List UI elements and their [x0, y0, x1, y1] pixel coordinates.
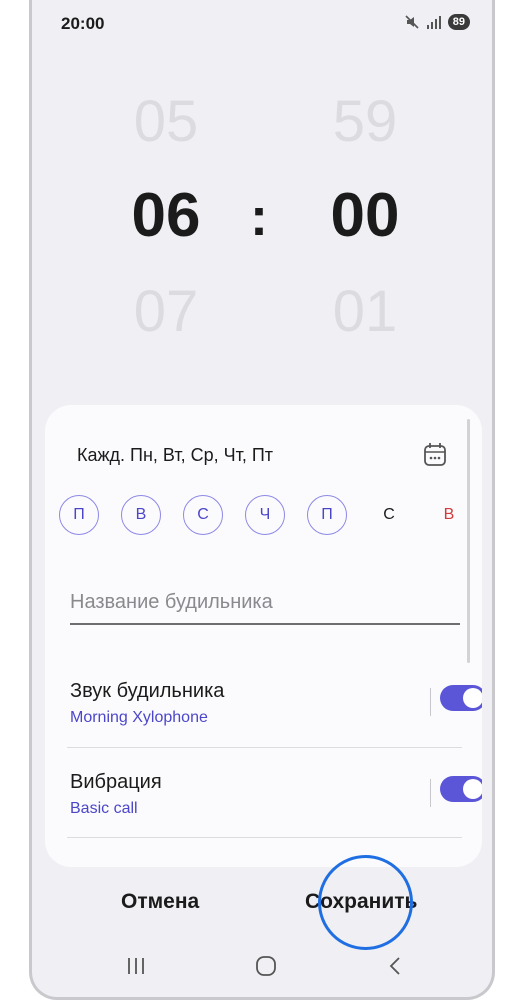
- calendar-icon[interactable]: [423, 442, 447, 468]
- time-separator: :: [250, 187, 268, 247]
- battery-icon: 89: [447, 14, 470, 30]
- cancel-button[interactable]: Отмена: [121, 890, 199, 914]
- hour-prev[interactable]: 05: [96, 88, 236, 155]
- day-thu[interactable]: Ч: [245, 495, 285, 535]
- home-icon[interactable]: [254, 954, 278, 978]
- hour-current[interactable]: 06: [96, 180, 236, 251]
- vibration-subtitle: Basic call: [70, 800, 138, 817]
- day-fri[interactable]: П: [307, 495, 347, 535]
- weekday-selector: П В С Ч П С В: [59, 495, 469, 535]
- scrollbar[interactable]: [467, 419, 470, 663]
- mute-icon: [405, 15, 419, 29]
- alarm-sound-toggle[interactable]: [440, 685, 482, 711]
- alarm-sound-title: Звук будильника: [70, 680, 225, 702]
- hour-picker[interactable]: 05: [96, 88, 236, 155]
- repeat-summary: Кажд. Пн, Вт, Ср, Чт, Пт: [77, 445, 274, 465]
- status-time: 20:00: [61, 14, 105, 33]
- back-icon[interactable]: [384, 954, 408, 978]
- phone-screen: 20:00 89 05 06 07 : 59 00 01 Кажд. Пн, В…: [29, 0, 495, 1000]
- minute-next[interactable]: 01: [295, 278, 435, 345]
- minute-current-wrap[interactable]: 00: [295, 180, 435, 251]
- signal-icon: [426, 16, 441, 29]
- system-navbar: [32, 948, 492, 988]
- alarm-sound-subtitle: Morning Xylophone: [70, 709, 208, 726]
- status-bar: 20:00 89: [32, 0, 492, 46]
- vibration-title: Вибрация: [70, 771, 162, 793]
- status-icons: 89: [404, 14, 470, 30]
- setting-divider: [430, 688, 431, 716]
- alarm-sound-setting[interactable]: Звук будильника Morning Xylophone: [70, 680, 482, 727]
- minute-current[interactable]: 00: [295, 180, 435, 251]
- hour-current-wrap[interactable]: 06: [96, 180, 236, 251]
- vibration-setting[interactable]: Вибрация Basic call: [70, 771, 482, 818]
- day-tue[interactable]: В: [121, 495, 161, 535]
- list-divider: [67, 837, 462, 838]
- minute-next-wrap[interactable]: 01: [295, 278, 435, 345]
- setting-divider: [430, 779, 431, 807]
- alarm-settings-card: Кажд. Пн, Вт, Ср, Чт, Пт П В С Ч П С В Н…: [45, 405, 482, 867]
- day-mon[interactable]: П: [59, 495, 99, 535]
- hour-next[interactable]: 07: [96, 278, 236, 345]
- vibration-toggle[interactable]: [440, 776, 482, 802]
- day-sat[interactable]: С: [369, 495, 409, 535]
- day-sun[interactable]: В: [429, 495, 469, 535]
- day-wed[interactable]: С: [183, 495, 223, 535]
- alarm-name-input[interactable]: Название будильника: [70, 585, 460, 625]
- minute-picker[interactable]: 59: [295, 88, 435, 155]
- tap-indicator: [318, 855, 413, 950]
- list-divider: [67, 747, 462, 748]
- hour-next-wrap[interactable]: 07: [96, 278, 236, 345]
- minute-prev[interactable]: 59: [295, 88, 435, 155]
- recent-apps-icon[interactable]: [124, 954, 148, 978]
- action-bar: Отмена Сохранить: [32, 884, 492, 924]
